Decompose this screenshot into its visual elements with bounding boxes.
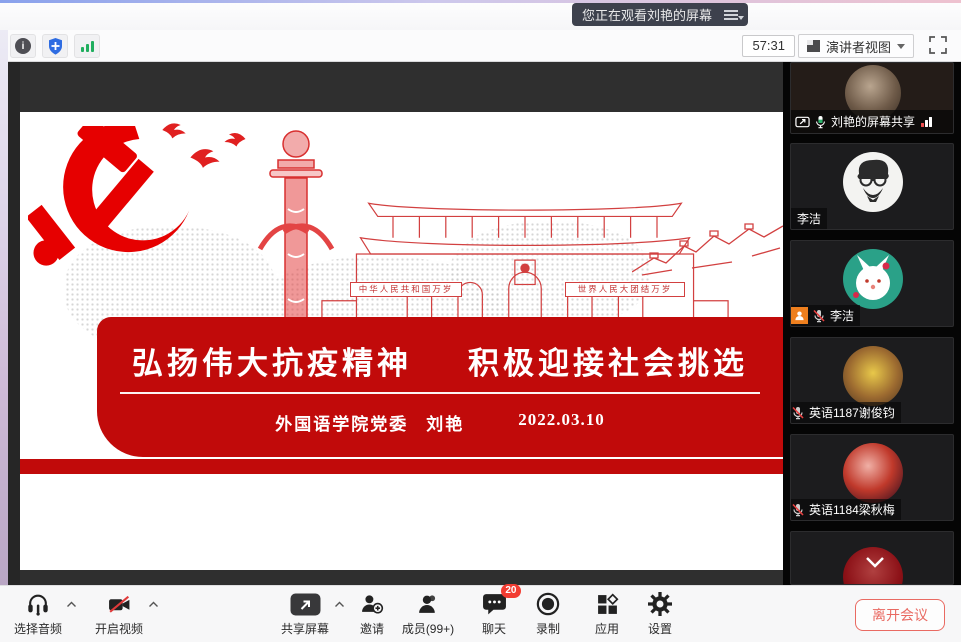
screen-share-icon [795,116,810,128]
participant-name: 李洁 [797,210,821,227]
participant-tile-partial[interactable] [790,531,954,585]
start-video-button[interactable]: 开启视频 [84,591,154,639]
meeting-toolbar: 选择音频 开启视频 共享屏幕 [0,585,961,642]
members-label: 成员(99+) [402,620,454,637]
participant-tile[interactable]: 李洁 [790,143,954,230]
settings-button[interactable]: 设置 [625,591,695,639]
signal-bars-icon [81,41,94,52]
participant-label: 英语1184梁秋梅 [791,499,901,520]
slide-title-banner: 弘扬伟大抗疫精神 积极迎接社会挑选 外国语学院党委 刘艳 2022.03.10 [97,317,783,457]
dove-icon [160,120,188,140]
view-mode-label: 演讲者视图 [826,37,891,56]
leave-meeting-label: 离开会议 [872,605,928,625]
dove-icon [187,145,223,170]
meeting-info-button[interactable]: i [10,34,36,58]
settings-label: 设置 [648,620,672,637]
hamburger-menu-icon[interactable] [724,10,738,20]
participant-name: 英语1187谢俊钧 [809,404,895,421]
participant-label: 英语1187谢俊钧 [791,402,901,423]
scroll-more-chevron-icon[interactable] [865,556,885,569]
slide-title-part2: 积极迎接社会挑选 [468,338,748,383]
avatar [843,249,903,309]
slide-title-part1: 弘扬伟大抗疫精神 [132,338,412,383]
host-person-badge [791,307,808,324]
participant-name: 刘艳的屏幕共享 [831,113,915,130]
apps-grid-icon [596,593,619,616]
invite-label: 邀请 [360,620,384,637]
shield-icon [48,38,63,55]
presentation-slide: 中华人民共和国万岁 世界人民大团结万岁 弘扬伟大抗疫精神 积极迎接社会挑选 外国 [20,112,783,570]
screen-share-stage: 中华人民共和国万岁 世界人民大团结万岁 弘扬伟大抗疫精神 积极迎接社会挑选 外国 [8,62,783,585]
bearded-man-avatar-icon [843,152,903,212]
camera-off-icon [107,592,132,616]
audio-options-chevron[interactable] [66,601,77,608]
participant-name: 英语1184梁秋梅 [809,501,895,518]
avatar [843,443,903,503]
participant-label: 刘艳的屏幕共享 [791,110,953,133]
subtitle-department: 外国语学院党委 [275,410,408,435]
chat-label: 聊天 [482,620,506,637]
meeting-statusbar: i 57:31 演讲者视图 [0,30,961,62]
members-icon [416,592,440,616]
rabbit-avatar-icon [843,249,903,309]
mic-muted-icon [791,503,805,517]
network-quality-button[interactable] [74,34,100,58]
layout-view-icon [807,40,820,52]
participant-tile-screen-share[interactable]: 刘艳的屏幕共享 [790,62,954,134]
slide-subtitle: 外国语学院党委 刘艳 2022.03.10 [97,410,783,435]
gate-banner-right: 世界人民大团结万岁 [565,282,685,297]
security-button[interactable] [42,34,68,58]
window-left-edge [0,30,8,585]
share-screen-icon [290,593,321,616]
select-audio-button[interactable]: 选择音频 [3,591,73,639]
info-icon: i [15,38,31,54]
avatar [843,346,903,406]
party-emblem-icon [28,126,213,271]
great-wall-drawing [632,218,783,276]
invite-person-icon [360,592,384,616]
avatar [843,152,903,212]
start-video-label: 开启视频 [95,620,143,637]
mic-muted-icon [812,309,826,323]
headset-icon [26,592,50,616]
chevron-down-icon [897,44,905,49]
participant-tile[interactable]: 英语1184梁秋梅 [790,434,954,521]
members-button[interactable]: 成员(99+) [393,591,463,639]
record-label: 录制 [536,620,560,637]
participant-name: 李洁 [830,307,854,324]
record-icon [536,592,560,616]
participant-tile[interactable]: 李洁 [790,240,954,327]
gate-banner-left: 中华人民共和国万岁 [350,282,462,297]
fullscreen-button[interactable] [929,36,947,59]
view-mode-selector[interactable]: 演讲者视图 [798,34,914,58]
apps-label: 应用 [595,620,619,637]
person-icon [794,310,805,321]
slide-title: 弘扬伟大抗疫精神 积极迎接社会挑选 [97,338,783,383]
participant-label: 李洁 [791,208,827,229]
participant-tile[interactable]: 英语1187谢俊钧 [790,337,954,424]
slide-red-strip [20,459,783,474]
share-screen-button[interactable]: 共享屏幕 [270,591,340,639]
participant-label: 李洁 [791,305,860,326]
subtitle-presenter: 刘艳 [426,410,464,435]
subtitle-date: 2022.03.10 [518,410,605,435]
gear-icon [648,592,672,616]
mic-on-icon [814,115,827,129]
video-options-chevron[interactable] [148,601,159,608]
titlebar-gradient-edge [0,0,961,3]
title-underline [120,392,760,394]
meeting-timer: 57:31 [742,35,795,57]
mic-muted-icon [791,406,805,420]
share-screen-label: 共享屏幕 [281,620,329,637]
select-audio-label: 选择音频 [14,620,62,637]
watching-screen-label: 您正在观看刘艳的屏幕 [582,5,712,24]
watching-screen-banner[interactable]: 您正在观看刘艳的屏幕 [572,3,748,26]
window-titlebar: 您正在观看刘艳的屏幕 [0,0,961,30]
participants-sidebar: 刘艳的屏幕共享 李洁 [783,62,961,585]
meeting-window: 您正在观看刘艳的屏幕 i 57:31 [0,0,961,642]
network-signal-icon [921,117,932,127]
leave-meeting-button[interactable]: 离开会议 [855,599,945,631]
fullscreen-icon [929,36,947,54]
